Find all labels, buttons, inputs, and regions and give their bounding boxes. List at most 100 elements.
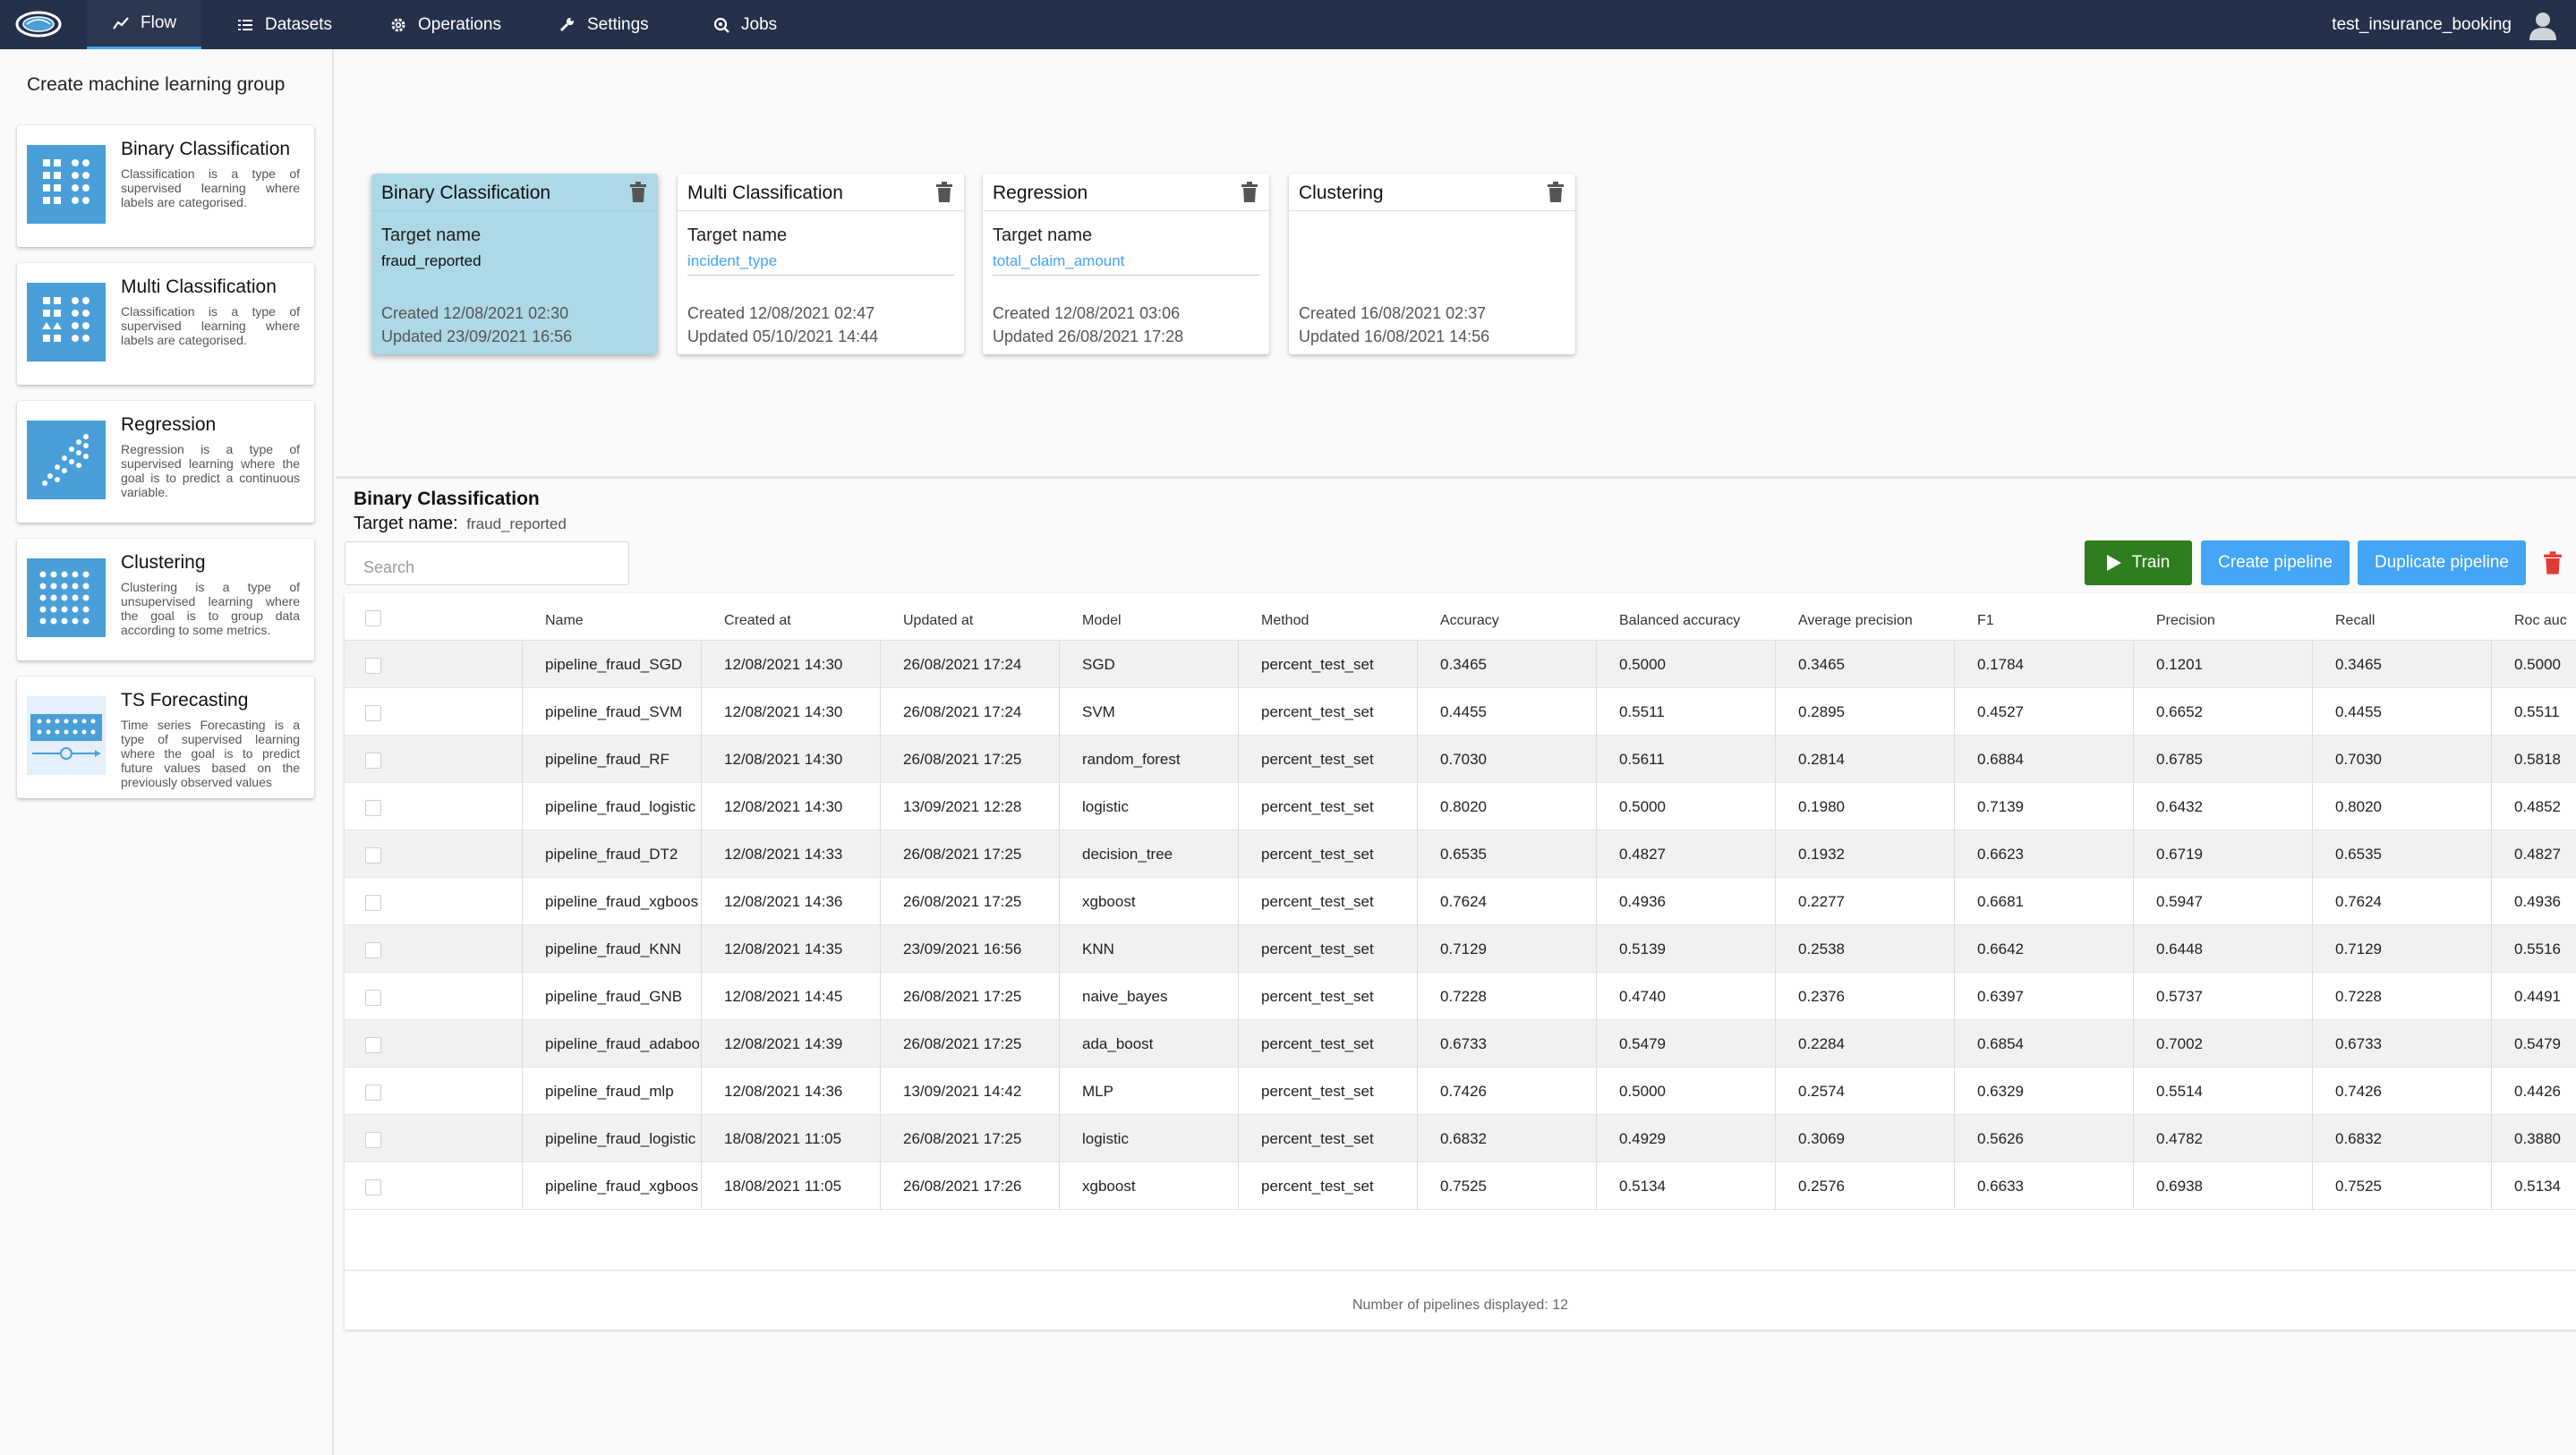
- table-row[interactable]: pipeline_fraud_adaboo 12/08/2021 14:39 2…: [345, 1020, 2576, 1068]
- cell-method: percent_test_set: [1261, 751, 1374, 768]
- cell-average-precision: 0.2277: [1798, 893, 1845, 910]
- cell-name: pipeline_fraud_adaboo: [545, 1035, 699, 1052]
- table-row[interactable]: pipeline_fraud_logistic 12/08/2021 14:30…: [345, 783, 2576, 830]
- section-target-label: Target name:: [354, 514, 458, 533]
- cell-roc-auc: 0.5479: [2514, 1035, 2561, 1052]
- table-row[interactable]: pipeline_fraud_GNB 12/08/2021 14:45 26/0…: [345, 973, 2576, 1020]
- create-pipeline-button[interactable]: Create pipeline: [2201, 540, 2350, 585]
- cell-model: ada_boost: [1082, 1035, 1154, 1052]
- cell-precision: 0.5514: [2156, 1083, 2203, 1100]
- table-row[interactable]: pipeline_fraud_RF 12/08/2021 14:30 26/08…: [345, 736, 2576, 783]
- column-header-recall[interactable]: Recall: [2335, 593, 2375, 641]
- cell-precision: 0.6785: [2156, 751, 2203, 768]
- column-header-updated-at[interactable]: Updated at: [903, 593, 973, 641]
- table-row[interactable]: pipeline_fraud_SVM 12/08/2021 14:30 26/0…: [345, 688, 2576, 736]
- table-row[interactable]: pipeline_fraud_logistic 18/08/2021 11:05…: [345, 1115, 2576, 1162]
- table-row[interactable]: pipeline_fraud_xgboos 18/08/2021 11:05 2…: [345, 1162, 2576, 1210]
- cell-roc-auc: 0.5134: [2514, 1178, 2561, 1195]
- create-binary-classification-card[interactable]: Binary Classification Classification is …: [17, 125, 314, 247]
- train-button[interactable]: Train: [2085, 540, 2192, 585]
- cell-precision: 0.6652: [2156, 703, 2203, 720]
- user-name[interactable]: test_insurance_booking: [2332, 0, 2512, 49]
- column-header-roc-auc[interactable]: Roc auc: [2514, 593, 2567, 641]
- nav-datasets[interactable]: Datasets: [211, 0, 357, 49]
- column-header-f1[interactable]: F1: [1977, 593, 1994, 641]
- table-row[interactable]: pipeline_fraud_KNN 12/08/2021 14:35 23/0…: [345, 925, 2576, 973]
- row-checkbox[interactable]: [365, 1037, 381, 1053]
- table-row[interactable]: pipeline_fraud_DT2 12/08/2021 14:33 26/0…: [345, 830, 2576, 878]
- cell-recall: 0.7426: [2335, 1083, 2382, 1100]
- cell-model: naive_bayes: [1082, 988, 1168, 1005]
- column-header-method[interactable]: Method: [1261, 593, 1309, 641]
- card-title: TS Forecasting: [121, 690, 249, 710]
- trash-icon[interactable]: [935, 182, 953, 203]
- nav-jobs[interactable]: Jobs: [687, 0, 802, 49]
- cell-balanced-accuracy: 0.5000: [1619, 798, 1666, 815]
- cell-name: pipeline_fraud_logistic: [545, 798, 696, 815]
- cell-created-at: 18/08/2021 11:05: [724, 1178, 842, 1195]
- nav-operations[interactable]: Operations: [364, 0, 526, 49]
- binary-classification-icon: [27, 145, 106, 224]
- cell-accuracy: 0.3465: [1440, 656, 1487, 673]
- updated-date: Updated 16/08/2021 14:56: [1299, 328, 1490, 345]
- created-date: Created 12/08/2021 02:30: [381, 304, 569, 322]
- trash-icon[interactable]: [1241, 182, 1258, 203]
- row-checkbox[interactable]: [365, 800, 381, 816]
- delete-pipelines-trash-icon[interactable]: [2543, 551, 2563, 575]
- cell-model: xgboost: [1082, 893, 1136, 910]
- target-name-label: Target name: [381, 225, 482, 245]
- column-header-accuracy[interactable]: Accuracy: [1440, 593, 1499, 641]
- group-card-regression[interactable]: Regression Target name total_claim_amoun…: [983, 174, 1269, 354]
- row-checkbox[interactable]: [365, 753, 381, 769]
- table-row[interactable]: pipeline_fraud_SGD 12/08/2021 14:30 26/0…: [345, 641, 2576, 688]
- column-header-precision[interactable]: Precision: [2156, 593, 2215, 641]
- cell-roc-auc: 0.5511: [2514, 703, 2560, 720]
- cell-accuracy: 0.7624: [1440, 893, 1487, 910]
- row-checkbox[interactable]: [365, 1085, 381, 1101]
- select-all-checkbox[interactable]: [365, 610, 381, 626]
- cell-name: pipeline_fraud_DT2: [545, 846, 678, 863]
- cell-updated-at: 26/08/2021 17:25: [903, 1130, 1022, 1147]
- cell-updated-at: 13/09/2021 12:28: [903, 798, 1022, 815]
- column-header-average-precision[interactable]: Average precision: [1798, 593, 1913, 641]
- create-regression-card[interactable]: Regression Regression is a type of super…: [17, 401, 314, 523]
- card-description: Classification is a type of supervised l…: [121, 304, 300, 347]
- trash-icon[interactable]: [1547, 182, 1565, 203]
- group-card-clustering[interactable]: Clustering Created 16/08/2021 02:37 Upda…: [1289, 174, 1575, 354]
- search-input[interactable]: Search: [345, 541, 629, 585]
- user-avatar-icon[interactable]: [2528, 10, 2558, 40]
- row-checkbox[interactable]: [365, 895, 381, 911]
- column-header-model[interactable]: Model: [1082, 593, 1122, 641]
- group-card-header: Clustering: [1289, 174, 1575, 211]
- row-checkbox[interactable]: [365, 1132, 381, 1148]
- create-multi-classification-card[interactable]: Multi Classification Classification is a…: [17, 263, 314, 385]
- card-title: Clustering: [121, 552, 206, 573]
- row-checkbox[interactable]: [365, 942, 381, 958]
- group-card-multi-classification[interactable]: Multi Classification Target name inciden…: [678, 174, 964, 354]
- create-ts-forecasting-card[interactable]: TS Forecasting Time series Forecasting i…: [17, 676, 314, 798]
- group-card-binary-classification[interactable]: Binary Classification Target name fraud_…: [371, 174, 658, 354]
- cell-model: decision_tree: [1082, 846, 1173, 863]
- duplicate-pipeline-button[interactable]: Duplicate pipeline: [2358, 540, 2526, 585]
- row-checkbox[interactable]: [365, 990, 381, 1006]
- app-logo[interactable]: [14, 8, 63, 40]
- table-row[interactable]: pipeline_fraud_mlp 12/08/2021 14:36 13/0…: [345, 1068, 2576, 1115]
- trash-icon[interactable]: [629, 182, 647, 203]
- column-header-balanced-accuracy[interactable]: Balanced accuracy: [1619, 593, 1740, 641]
- nav-settings[interactable]: Settings: [533, 0, 674, 49]
- group-card-title: Clustering: [1299, 183, 1384, 203]
- table-row[interactable]: pipeline_fraud_xgboos 12/08/2021 14:36 2…: [345, 878, 2576, 925]
- create-clustering-card[interactable]: Clustering Clustering is a type of unsup…: [17, 539, 314, 660]
- group-card-header: Binary Classification: [371, 174, 658, 211]
- cell-precision: 0.6432: [2156, 798, 2203, 815]
- column-header-name[interactable]: Name: [545, 593, 584, 641]
- nav-flow[interactable]: Flow: [87, 0, 202, 49]
- column-header-created-at[interactable]: Created at: [724, 593, 791, 641]
- divider: [993, 275, 1259, 276]
- row-checkbox[interactable]: [365, 1179, 381, 1195]
- row-checkbox[interactable]: [365, 705, 381, 721]
- row-checkbox[interactable]: [365, 847, 381, 864]
- cell-average-precision: 0.3069: [1798, 1130, 1845, 1147]
- row-checkbox[interactable]: [365, 658, 381, 674]
- cell-f1: 0.6884: [1977, 751, 2024, 768]
